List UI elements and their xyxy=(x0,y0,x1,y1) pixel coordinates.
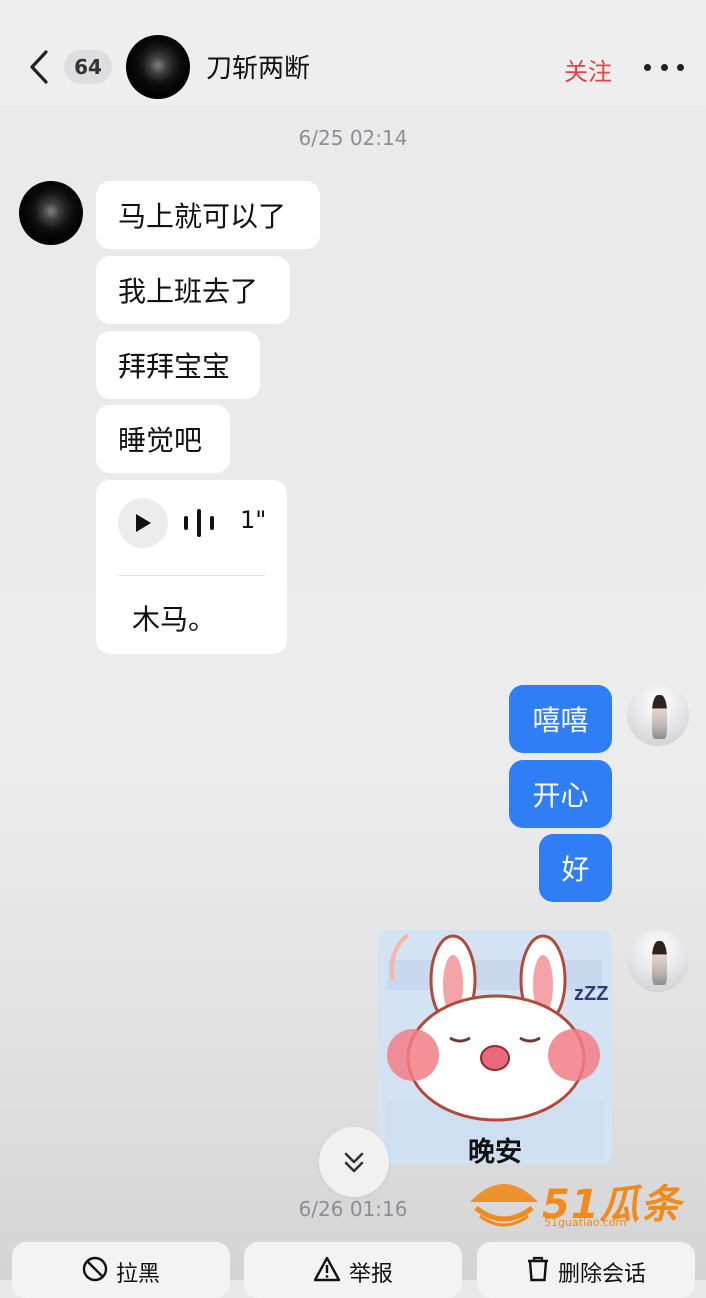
watermark-emblem-icon xyxy=(470,1184,538,1227)
more-icon-dot xyxy=(660,63,668,71)
divider xyxy=(118,575,265,576)
outgoing-message-bubble[interactable]: 开心 xyxy=(509,760,612,828)
message-text: 睡觉吧 xyxy=(118,424,203,457)
double-chevron-down-icon xyxy=(344,1152,364,1173)
voice-wave-icon xyxy=(184,508,214,538)
sticker-message[interactable]: zZZ 晚安 xyxy=(378,930,612,1164)
incoming-message-bubble[interactable]: 睡觉吧 xyxy=(96,405,230,473)
warning-icon xyxy=(313,1256,341,1282)
svg-text:zZZ: zZZ xyxy=(574,983,608,1005)
more-icon-dot xyxy=(644,63,651,71)
block-label: 拉黑 xyxy=(115,1262,160,1287)
more-icon-dot xyxy=(677,63,684,71)
block-button[interactable]: 拉黑 xyxy=(12,1242,230,1298)
more-options-button[interactable] xyxy=(644,56,684,78)
trash-icon xyxy=(527,1256,548,1282)
chat-header: 64 刀斩两断 关注 xyxy=(0,0,706,106)
play-icon xyxy=(136,514,151,532)
report-button[interactable]: 举报 xyxy=(244,1242,462,1298)
contact-name[interactable]: 刀斩两断 xyxy=(206,48,310,85)
message-text: 拜拜宝宝 xyxy=(118,350,231,383)
scroll-to-bottom-button[interactable] xyxy=(319,1127,389,1197)
avatar-figure xyxy=(651,695,667,739)
message-text: 我上班去了 xyxy=(118,275,259,308)
my-avatar[interactable] xyxy=(627,684,689,746)
report-label: 举报 xyxy=(348,1262,393,1287)
sleeping-bunny-sticker: zZZ xyxy=(378,930,612,1164)
outgoing-message-bubble[interactable]: 好 xyxy=(539,834,612,902)
chevron-left-icon xyxy=(30,50,48,84)
voice-transcript: 木马。 xyxy=(132,603,217,636)
outgoing-message-bubble[interactable]: 嘻嘻 xyxy=(509,685,612,753)
bottom-action-bar: 拉黑 举报 删除会话 xyxy=(0,1242,706,1298)
back-button[interactable] xyxy=(22,46,56,88)
message-text: 马上就可以了 xyxy=(118,200,287,233)
message-text: 嘻嘻 xyxy=(532,704,589,737)
delete-conversation-label: 删除会话 xyxy=(557,1262,646,1287)
incoming-message-bubble[interactable]: 拜拜宝宝 xyxy=(96,331,260,399)
watermark-logo: 51瓜条 51guatiao.com xyxy=(466,1172,686,1232)
play-voice-button[interactable] xyxy=(118,498,168,548)
sticker-caption: 晚安 xyxy=(468,1137,522,1164)
watermark-url: 51guatiao.com xyxy=(544,1216,627,1229)
delete-conversation-button[interactable]: 删除会话 xyxy=(477,1242,695,1298)
message-text: 好 xyxy=(561,853,590,886)
unread-count-badge: 64 xyxy=(64,50,112,84)
follow-button[interactable]: 关注 xyxy=(564,52,612,87)
incoming-message-bubble[interactable]: 马上就可以了 xyxy=(96,181,320,249)
message-timestamp: 6/25 02:14 xyxy=(298,126,408,150)
voice-message-card[interactable]: 1" 木马。 xyxy=(96,480,287,654)
block-icon xyxy=(82,1256,108,1282)
sender-avatar[interactable] xyxy=(19,181,83,245)
incoming-message-bubble[interactable]: 我上班去了 xyxy=(96,256,290,324)
message-text: 开心 xyxy=(532,779,589,812)
voice-duration: 1" xyxy=(240,506,267,534)
contact-avatar[interactable] xyxy=(126,35,190,99)
my-avatar[interactable] xyxy=(627,930,689,992)
avatar-figure xyxy=(651,941,667,985)
